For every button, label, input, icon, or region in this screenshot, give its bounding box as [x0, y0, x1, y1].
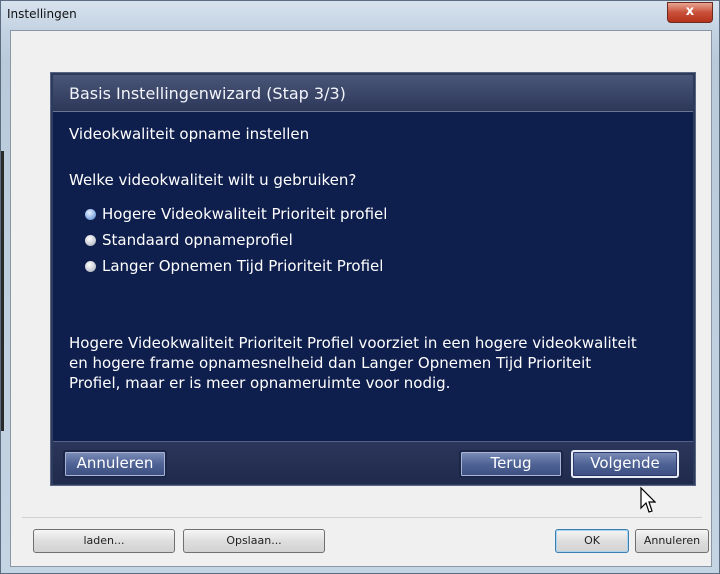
wizard-footer: Annuleren Terug Volgende: [53, 441, 693, 484]
radio-selected-icon[interactable]: [85, 208, 96, 220]
mouse-pointer-icon: [640, 486, 656, 513]
quality-option-label: Standaard opnameprofiel: [102, 231, 293, 249]
quality-option-high[interactable]: Hogere Videokwaliteit Prioriteit profiel: [85, 205, 387, 223]
close-button[interactable]: x: [667, 2, 713, 23]
option-description: Hogere Videokwaliteit Prioriteit Profiel…: [69, 333, 681, 393]
quality-option-standard[interactable]: Standaard opnameprofiel: [85, 231, 293, 249]
ok-button[interactable]: OK: [555, 529, 629, 553]
save-button[interactable]: Opslaan...: [183, 529, 325, 553]
window-title: Instellingen: [7, 7, 77, 21]
wizard-heading: Videokwaliteit opname instellen: [69, 125, 310, 143]
wizard-cancel-button[interactable]: Annuleren: [63, 450, 167, 478]
description-line: Profiel, maar er is meer opnameruimte vo…: [69, 374, 451, 392]
description-line: Hogere Videokwaliteit Prioriteit Profiel…: [69, 334, 637, 352]
footer-separator: [22, 517, 702, 518]
description-line: en hogere frame opnamesnelheid dan Lange…: [69, 354, 592, 372]
title-bar[interactable]: Instellingen x: [1, 1, 719, 29]
wizard-header: Basis Instellingenwizard (Stap 3/3): [53, 75, 693, 112]
window-client-area: Basis Instellingenwizard (Stap 3/3) Vide…: [10, 30, 712, 567]
load-button[interactable]: laden...: [33, 529, 175, 553]
setup-wizard-dialog: Basis Instellingenwizard (Stap 3/3) Vide…: [51, 73, 695, 485]
wizard-next-button[interactable]: Volgende: [571, 450, 679, 478]
cancel-button[interactable]: Annuleren: [635, 529, 709, 553]
radio-icon[interactable]: [85, 234, 96, 246]
quality-option-label: Langer Opnemen Tijd Prioriteit Profiel: [102, 257, 384, 275]
quality-option-label: Hogere Videokwaliteit Prioriteit profiel: [102, 205, 388, 223]
settings-window: Instellingen x Basis Instellingenwizard …: [0, 0, 720, 574]
wizard-title: Basis Instellingenwizard (Stap 3/3): [69, 84, 346, 103]
quality-option-long[interactable]: Langer Opnemen Tijd Prioriteit Profiel: [85, 257, 383, 275]
wizard-question: Welke videokwaliteit wilt u gebruiken?: [69, 171, 357, 189]
settings-panel: Basis Instellingenwizard (Stap 3/3) Vide…: [11, 31, 710, 513]
radio-icon[interactable]: [85, 260, 96, 272]
wizard-back-button[interactable]: Terug: [459, 450, 563, 478]
window-edge: [1, 151, 4, 431]
